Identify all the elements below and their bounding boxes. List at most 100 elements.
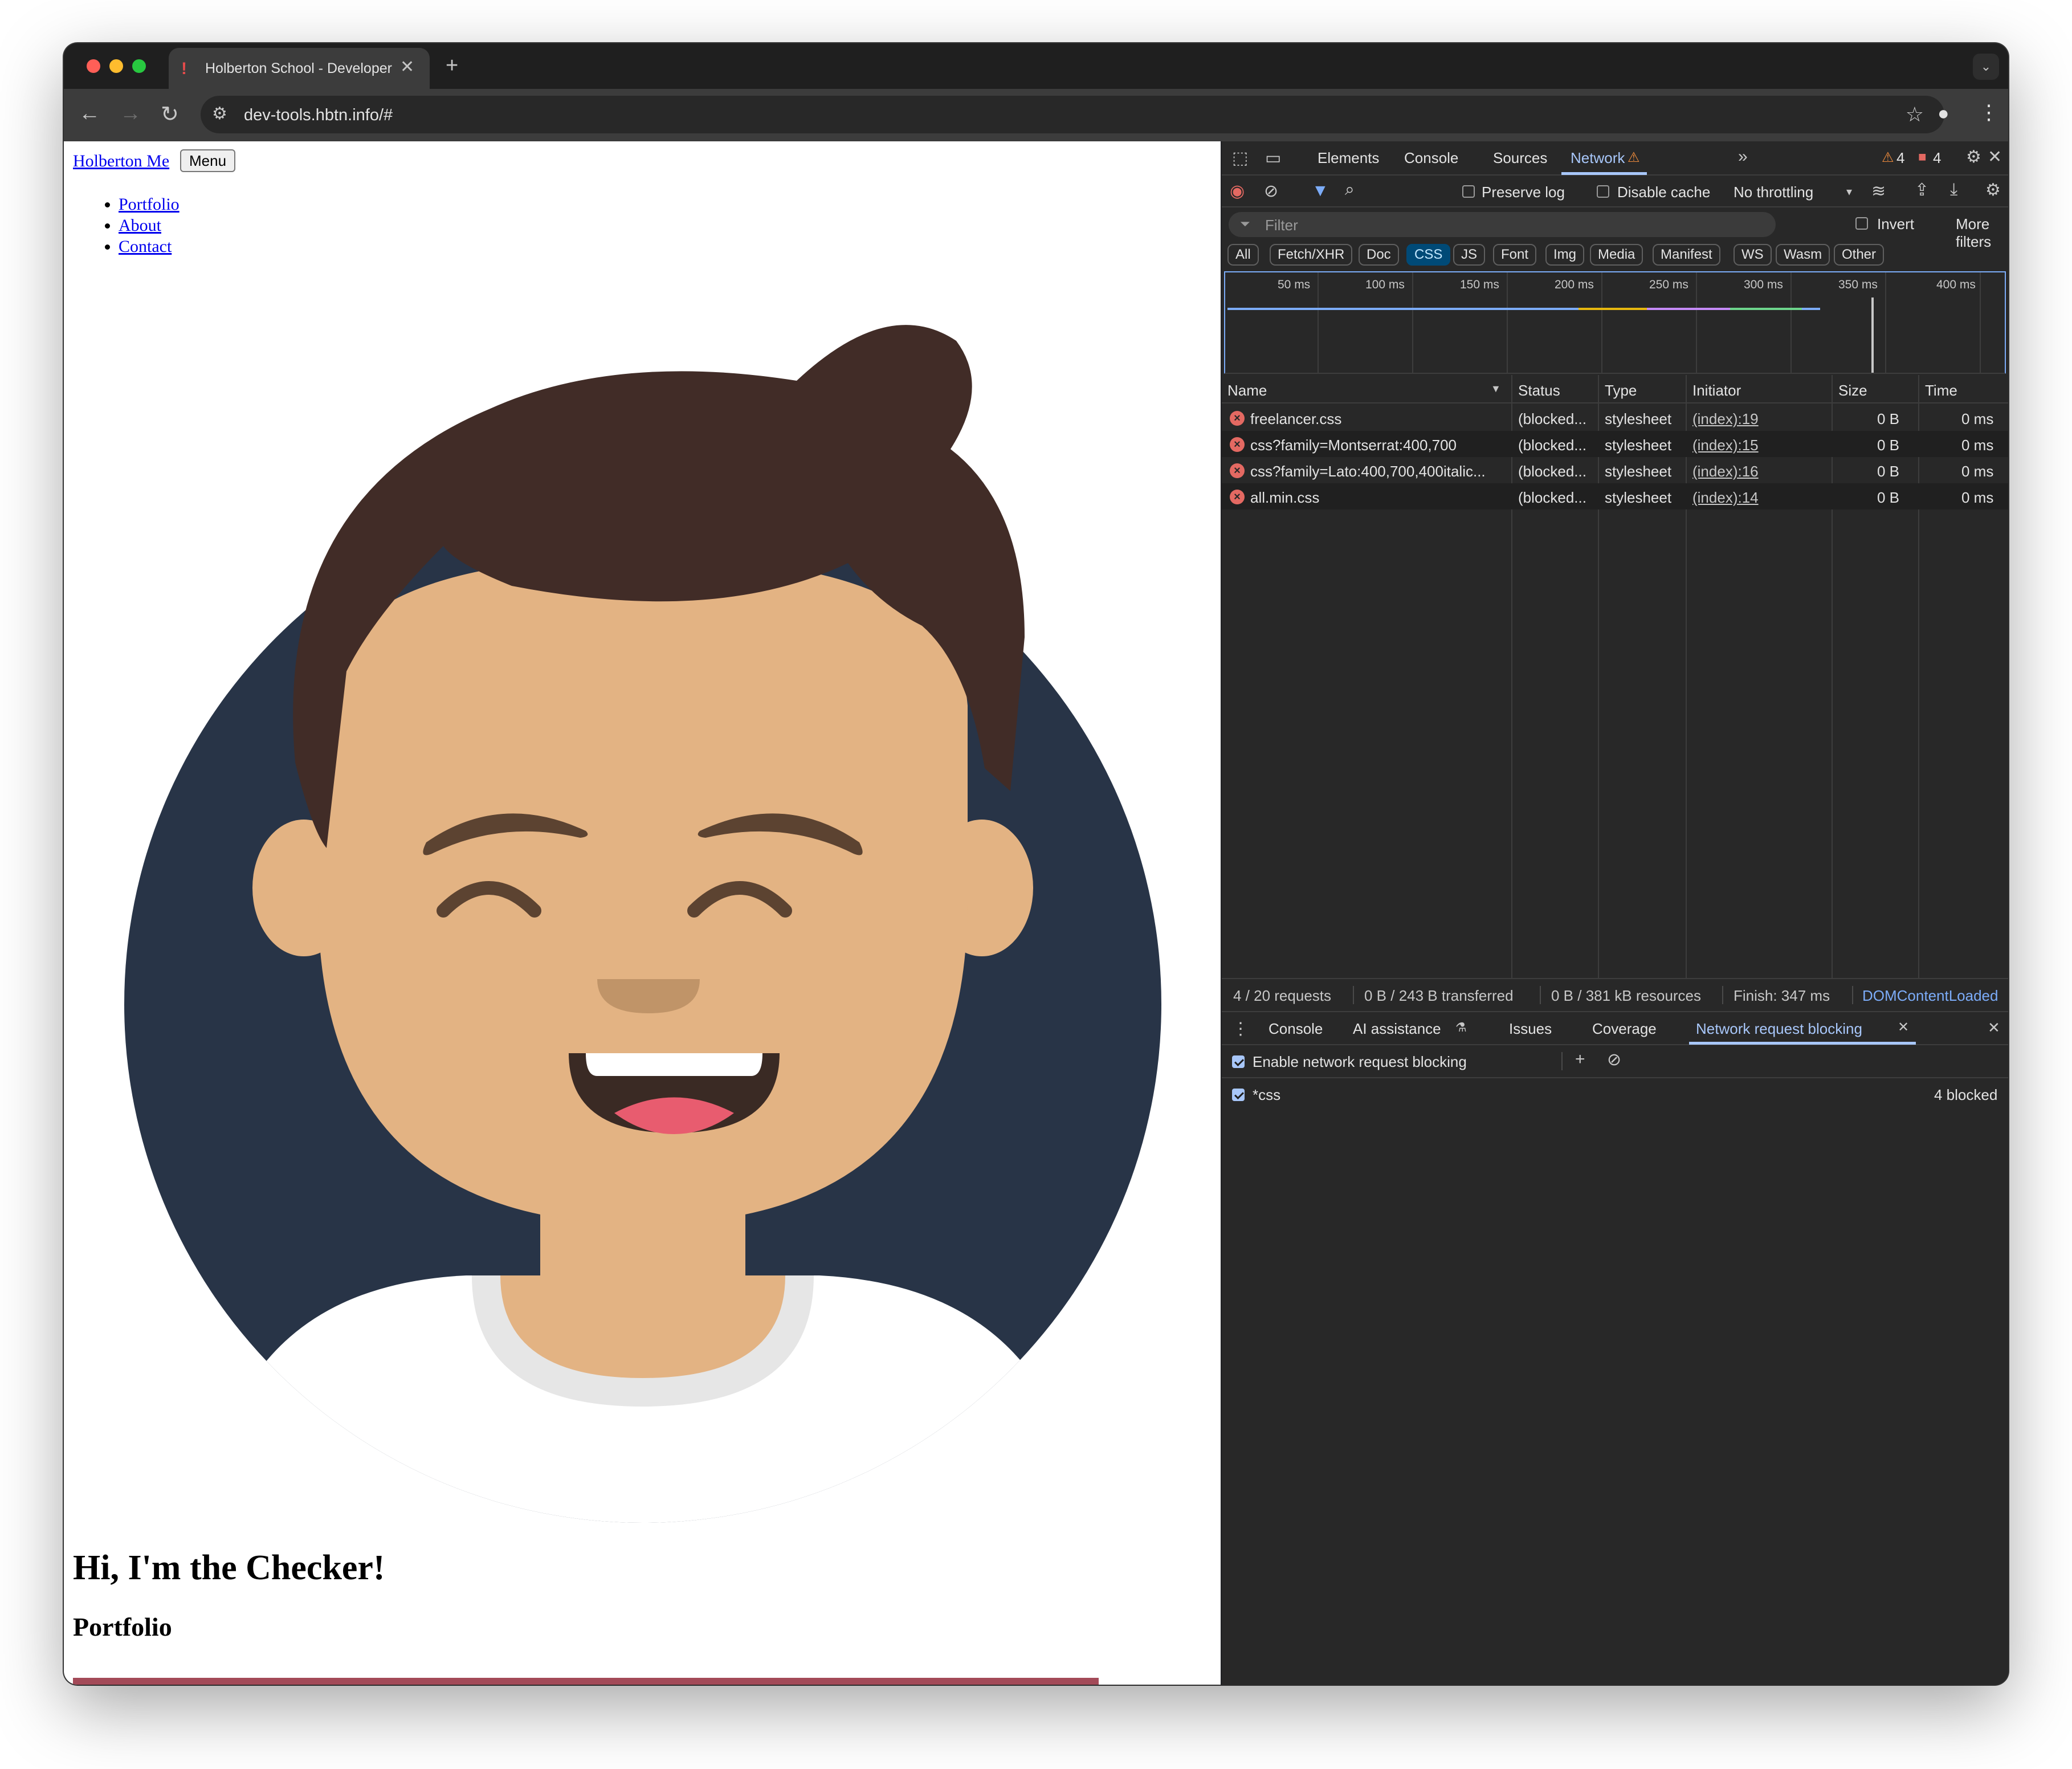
clear-icon[interactable]: ⊘ <box>1264 181 1278 201</box>
type-filter-doc[interactable]: Doc <box>1359 244 1399 266</box>
network-conditions-icon[interactable]: ≋ <box>1871 181 1886 201</box>
tab-network[interactable]: Network <box>1571 149 1625 167</box>
more-tabs-icon[interactable]: » <box>1738 147 1748 166</box>
inspect-element-icon[interactable]: ⬚ <box>1232 148 1248 168</box>
timeline-tick: 400 ms <box>1936 278 1976 291</box>
remove-all-patterns-icon[interactable]: ⊘ <box>1607 1050 1621 1070</box>
request-initiator-link[interactable]: (index):14 <box>1692 489 1759 507</box>
disable-cache-checkbox[interactable] <box>1597 185 1609 198</box>
warning-count: 4 <box>1896 149 1905 166</box>
site-info-icon[interactable]: ⚙ <box>212 104 227 124</box>
type-filter-media[interactable]: Media <box>1590 244 1643 266</box>
filter-funnel-icon[interactable]: ▼ <box>1312 181 1329 201</box>
devtools-tabbar: ⬚ ▭ Elements Console Sources Network ⚠ »… <box>1222 141 2008 176</box>
column-name[interactable]: Name <box>1227 382 1267 400</box>
request-initiator-link[interactable]: (index):19 <box>1692 410 1759 428</box>
timeline-tick: 150 ms <box>1460 278 1499 291</box>
error-count-icon[interactable]: ■ <box>1918 149 1927 165</box>
column-initiator[interactable]: Initiator <box>1692 382 1741 400</box>
brand-link[interactable]: Holberton Me <box>73 152 169 171</box>
network-overview-timeline[interactable]: 50 ms 100 ms 150 ms 200 ms 250 ms 300 ms… <box>1224 271 2006 374</box>
drawer-menu-icon[interactable]: ⋮ <box>1232 1019 1249 1039</box>
add-pattern-icon[interactable]: + <box>1575 1050 1585 1069</box>
request-initiator-link[interactable]: (index):16 <box>1692 463 1759 480</box>
type-filter-other[interactable]: Other <box>1834 244 1885 266</box>
browser-menu-icon[interactable]: ⋮ <box>1979 100 1999 124</box>
table-row[interactable]: × all.min.css (blocked... stylesheet (in… <box>1222 483 2008 509</box>
flask-icon: ⚗ <box>1455 1020 1467 1034</box>
device-toolbar-icon[interactable]: ▭ <box>1265 148 1281 168</box>
close-drawer-tab-icon[interactable]: ✕ <box>1898 1019 1909 1036</box>
request-time: 0 ms <box>1961 437 1994 454</box>
type-filter-wasm[interactable]: Wasm <box>1776 244 1830 266</box>
type-filter-fetch-xhr[interactable]: Fetch/XHR <box>1270 244 1353 266</box>
drawer-tab-ai-assistance[interactable]: AI assistance <box>1353 1020 1441 1038</box>
forward-arrow-icon[interactable]: → <box>120 101 141 126</box>
type-filter-manifest[interactable]: Manifest <box>1653 244 1720 266</box>
type-filter-ws[interactable]: WS <box>1734 244 1772 266</box>
summary-resources: 0 B / 381 kB resources <box>1551 987 1702 1004</box>
profile-icon[interactable]: ● <box>1938 103 1949 125</box>
reload-icon[interactable]: ↻ <box>161 101 179 127</box>
warning-count-icon[interactable]: ⚠ <box>1882 149 1894 166</box>
request-size: 0 B <box>1877 410 1900 427</box>
close-drawer-icon[interactable]: ✕ <box>1988 1019 2000 1037</box>
drawer-tab-issues[interactable]: Issues <box>1509 1020 1552 1038</box>
nav-link-contact[interactable]: Contact <box>119 237 172 256</box>
settings-gear-icon[interactable]: ⚙ <box>1966 147 1981 167</box>
address-bar[interactable]: ⚙ dev-tools.hbtn.info/# ☆ <box>201 96 1944 133</box>
record-stop-icon[interactable]: ◉ <box>1230 181 1245 201</box>
column-size[interactable]: Size <box>1838 382 1867 400</box>
blocking-pattern: *css <box>1253 1086 1281 1103</box>
filter-input[interactable]: ⏷ Filter <box>1229 212 1776 237</box>
throttling-select[interactable]: No throttling <box>1734 184 1813 201</box>
close-devtools-icon[interactable]: ✕ <box>1988 147 2002 167</box>
export-har-icon[interactable]: ⤓ <box>1950 180 1957 199</box>
request-size: 0 B <box>1877 463 1900 480</box>
type-filter-img[interactable]: Img <box>1545 244 1585 266</box>
table-row[interactable]: × css?family=Montserrat:400,700 (blocked… <box>1222 431 2008 457</box>
nav-link-portfolio[interactable]: Portfolio <box>119 195 180 214</box>
close-tab-icon[interactable]: ✕ <box>400 57 414 77</box>
network-settings-icon[interactable]: ⚙ <box>1985 180 2001 200</box>
table-row[interactable]: × css?family=Lato:400,700,400italic... (… <box>1222 457 2008 483</box>
drawer-tab-network-request-blocking[interactable]: Network request blocking <box>1696 1020 1862 1038</box>
tab-search-chevron-icon[interactable]: ⌄ <box>1973 54 1999 80</box>
back-arrow-icon[interactable]: ← <box>79 101 100 126</box>
invert-checkbox[interactable] <box>1855 217 1868 230</box>
type-filter-all[interactable]: All <box>1227 244 1259 266</box>
column-status[interactable]: Status <box>1518 382 1560 400</box>
new-tab-icon[interactable]: + <box>446 54 458 78</box>
column-time[interactable]: Time <box>1925 382 1957 400</box>
browser-tab[interactable]: ! Holberton School - Developer Tools ✕ <box>169 48 430 89</box>
import-har-icon[interactable]: ⇪ <box>1915 180 1929 200</box>
menu-button[interactable]: Menu <box>180 149 236 172</box>
type-filter-js[interactable]: JS <box>1453 244 1486 266</box>
enable-blocking-checkbox[interactable] <box>1232 1055 1245 1068</box>
bookmark-star-icon[interactable]: ☆ <box>1906 103 1924 127</box>
table-row[interactable]: × freelancer.css (blocked... stylesheet … <box>1222 405 2008 431</box>
sort-descending-icon[interactable]: ▼ <box>1491 383 1501 395</box>
tab-console[interactable]: Console <box>1404 149 1458 167</box>
request-initiator-link[interactable]: (index):15 <box>1692 437 1759 454</box>
drawer-tab-console[interactable]: Console <box>1269 1020 1323 1038</box>
search-icon[interactable]: ⌕ <box>1345 180 1355 199</box>
drawer-tab-coverage[interactable]: Coverage <box>1592 1020 1657 1038</box>
minimize-window-button[interactable] <box>109 59 123 73</box>
pattern-enabled-checkbox[interactable] <box>1232 1089 1245 1101</box>
type-filter-css[interactable]: CSS <box>1406 244 1451 266</box>
resource-type-filter-bar: All Fetch/XHR Doc CSS JS Font Img Media … <box>1222 241 2008 269</box>
column-type[interactable]: Type <box>1605 382 1637 400</box>
timeline-gridline <box>1980 272 1981 373</box>
blocking-pattern-row[interactable]: *css 4 blocked <box>1222 1079 2008 1111</box>
tab-elements[interactable]: Elements <box>1318 149 1379 167</box>
close-window-button[interactable] <box>87 59 100 73</box>
type-filter-font[interactable]: Font <box>1493 244 1537 266</box>
preserve-log-checkbox[interactable] <box>1462 185 1475 198</box>
nav-link-about[interactable]: About <box>119 216 161 235</box>
zoom-window-button[interactable] <box>132 59 146 73</box>
request-status: (blocked... <box>1518 437 1586 454</box>
throttling-dropdown-icon[interactable]: ▾ <box>1846 185 1852 199</box>
teeth <box>586 1053 762 1076</box>
tab-sources[interactable]: Sources <box>1493 149 1547 167</box>
